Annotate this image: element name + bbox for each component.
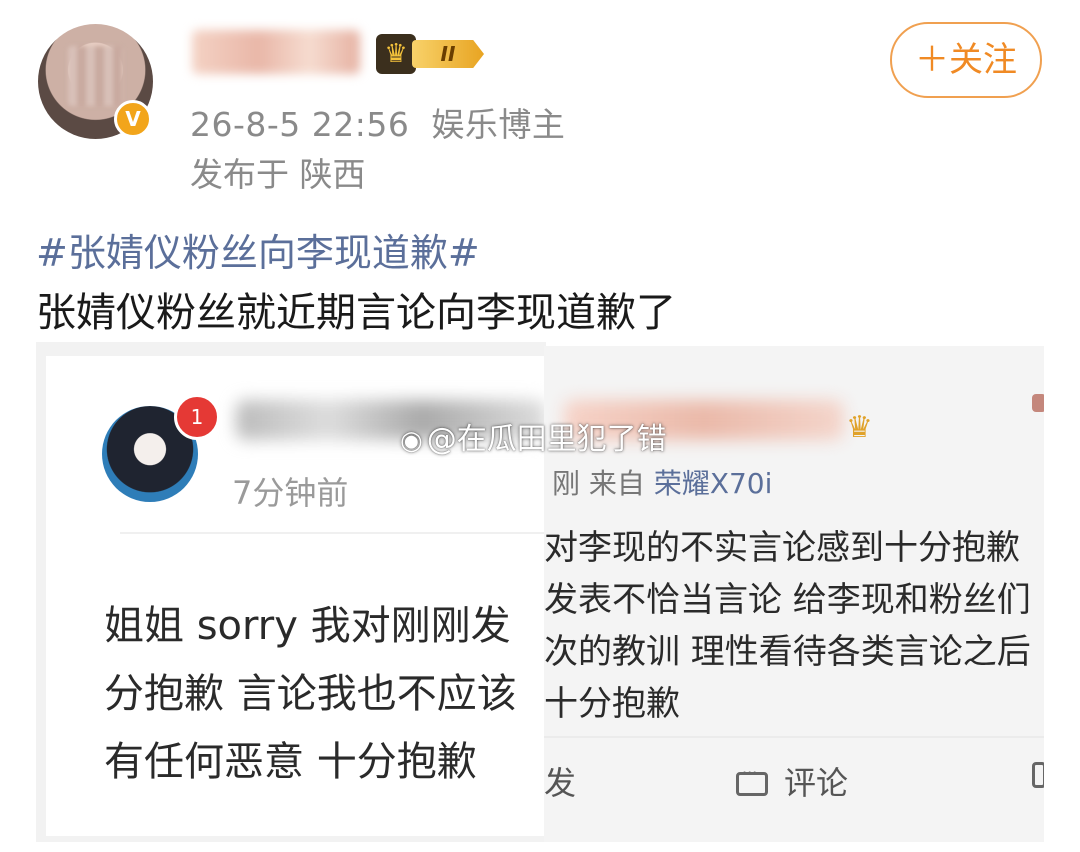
comment-label: 评论: [784, 764, 849, 802]
cropped-icon: [1032, 394, 1044, 412]
watermark: ◉ @在瓜田里犯了错: [400, 414, 667, 458]
comment-time: 7分钟前: [232, 474, 349, 512]
username-blurred[interactable]: [192, 30, 360, 74]
crown-icon: ♛: [846, 410, 873, 445]
divider: [120, 532, 546, 534]
post-source: 刚 来自 荣耀X70i: [552, 462, 772, 502]
post-location: 发布于 陕西: [190, 155, 366, 194]
weibo-logo-icon: ◉: [400, 426, 423, 456]
post-text: 张婧仪粉丝就近期言论向李现道歉了: [36, 290, 676, 336]
post-time: 26-8-5 22:56: [190, 105, 410, 144]
comment-icon: [736, 763, 768, 796]
post-line: 对李现的不实言论感到十分抱歉: [544, 528, 1020, 568]
divider: [544, 736, 1044, 738]
source-prefix: 刚 来自: [552, 467, 645, 500]
like-icon: [1032, 762, 1044, 788]
source-device: 荣耀X70i: [653, 467, 773, 500]
notification-badge: 1: [174, 394, 220, 440]
follow-button[interactable]: ＋关注: [890, 22, 1042, 98]
vip-level-badge[interactable]: ♛ II: [376, 34, 488, 74]
post-body: 对李现的不实言论感到十分抱歉 发表不恰当言论 给李现和粉丝们 次的教训 理性看待…: [544, 522, 1031, 730]
comment-button: 评论: [736, 758, 848, 804]
comment-line: 有任何恶意 十分抱歉: [104, 739, 477, 785]
post-line: 发表不恰当言论 给李现和粉丝们: [544, 580, 1031, 620]
forward-button: 发: [544, 764, 577, 802]
avatar-mosaic: [68, 46, 123, 106]
comment-line: 分抱歉 言论我也不应该: [104, 671, 517, 717]
comment-line: 姐姐 sorry 我对刚刚发: [104, 603, 511, 649]
user-category: 娱乐博主: [431, 105, 566, 144]
crown-icon: ♛: [376, 34, 416, 74]
post-line: 十分抱歉: [544, 684, 680, 724]
post-line: 次的教训 理性看待各类言论之后: [544, 632, 1031, 672]
watermark-text: @在瓜田里犯了错: [426, 422, 667, 457]
level-label: II: [412, 40, 484, 68]
topic-hashtag[interactable]: #张婧仪粉丝向李现道歉#: [36, 222, 480, 277]
post-meta: 26-8-5 22:56 娱乐博主: [190, 98, 565, 146]
comment-body: 姐姐 sorry 我对刚刚发 分抱歉 言论我也不应该 有任何恶意 十分抱歉: [104, 592, 517, 796]
verified-v-icon: V: [114, 100, 152, 138]
